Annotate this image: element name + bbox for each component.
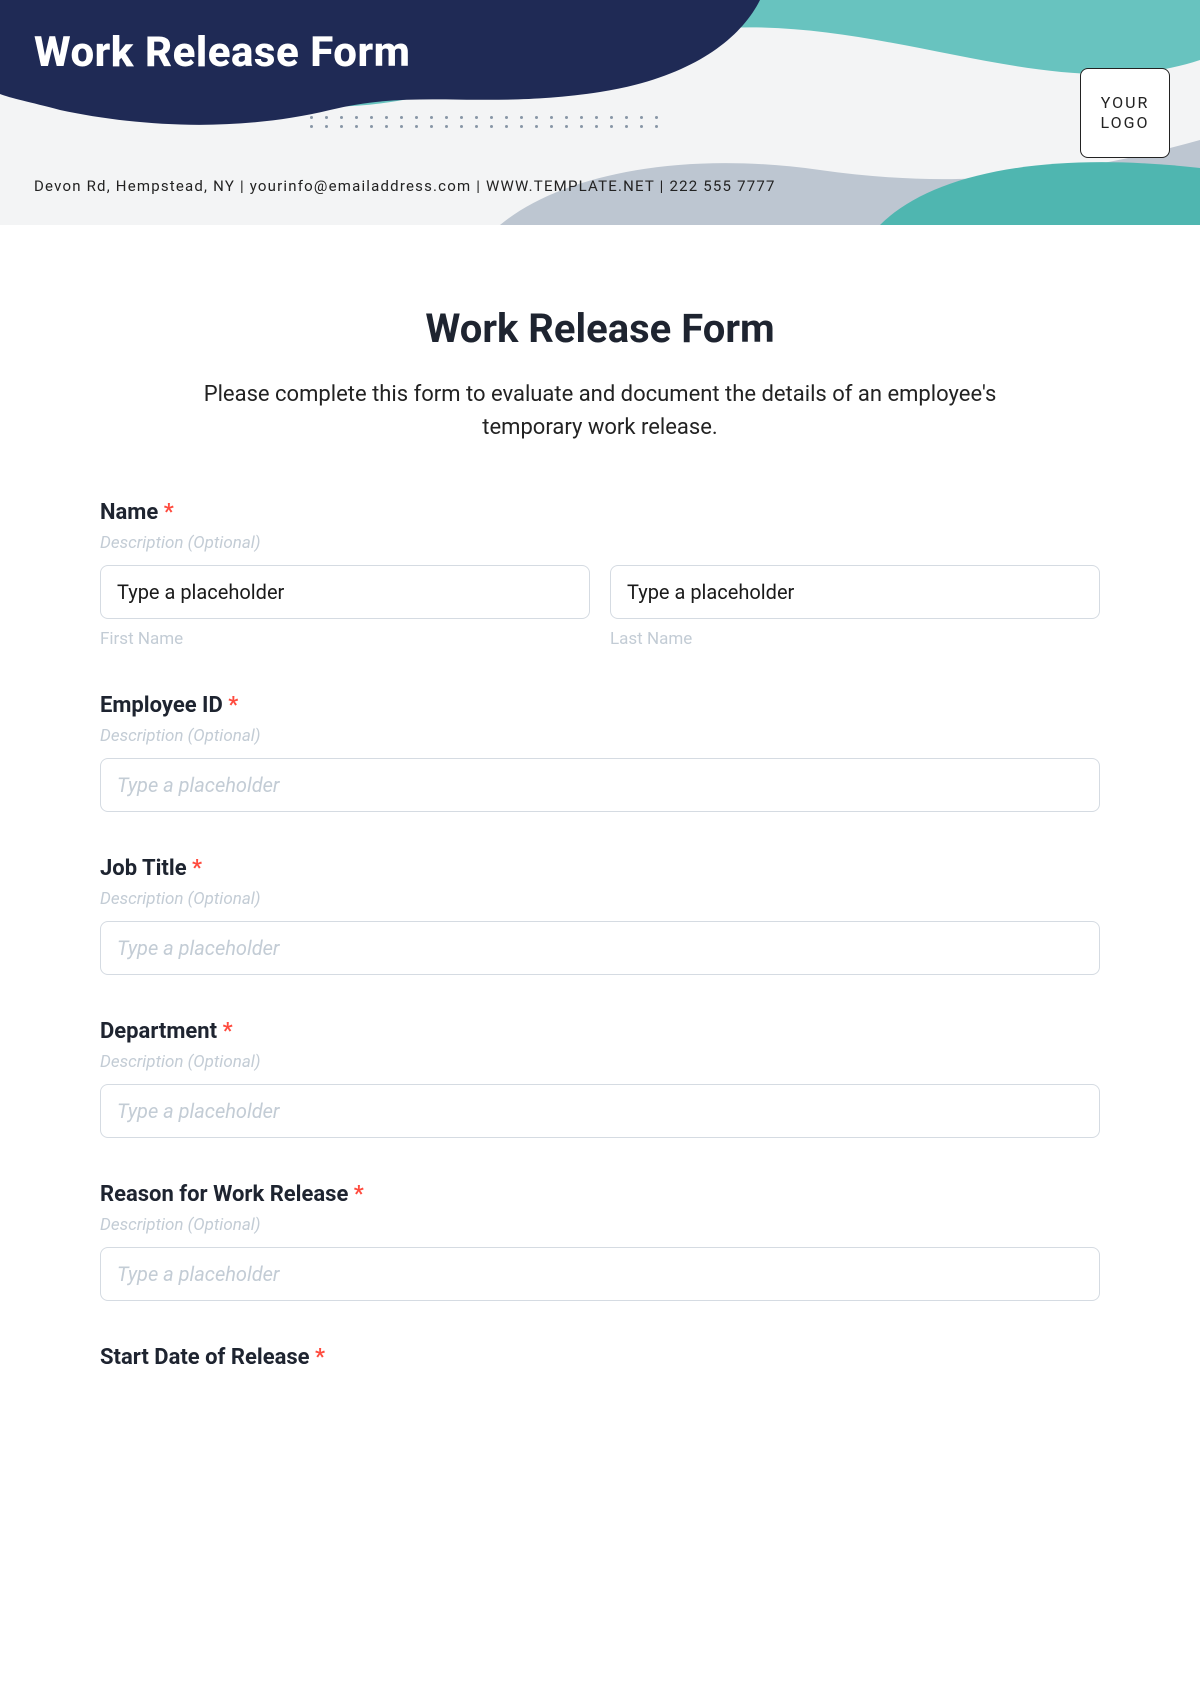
last-name-input[interactable] — [610, 565, 1100, 619]
label-job-title-text: Job Title — [100, 856, 187, 881]
field-job-title: Job Title * Description (Optional) — [100, 856, 1100, 975]
label-department: Department * — [100, 1019, 1100, 1044]
required-marker: * — [223, 1019, 233, 1044]
dot-pattern — [310, 116, 661, 128]
job-title-input[interactable] — [100, 921, 1100, 975]
hint-name: Description (Optional) — [100, 533, 1100, 553]
label-reason-text: Reason for Work Release — [100, 1182, 348, 1207]
department-input[interactable] — [100, 1084, 1100, 1138]
label-start-date: Start Date of Release * — [100, 1345, 1100, 1370]
label-name-text: Name — [100, 500, 158, 525]
label-employee-id-text: Employee ID — [100, 693, 223, 718]
first-name-input[interactable] — [100, 565, 590, 619]
form-container: Work Release Form Please complete this f… — [0, 225, 1200, 1418]
hint-reason: Description (Optional) — [100, 1215, 1100, 1235]
label-job-title: Job Title * — [100, 856, 1100, 881]
label-name: Name * — [100, 500, 1100, 525]
employee-id-input[interactable] — [100, 758, 1100, 812]
required-marker: * — [164, 500, 174, 525]
field-reason: Reason for Work Release * Description (O… — [100, 1182, 1100, 1301]
required-marker: * — [315, 1345, 325, 1370]
field-department: Department * Description (Optional) — [100, 1019, 1100, 1138]
required-marker: * — [192, 856, 202, 881]
field-start-date: Start Date of Release * — [100, 1345, 1100, 1370]
hint-job-title: Description (Optional) — [100, 889, 1100, 909]
hint-employee-id: Description (Optional) — [100, 726, 1100, 746]
required-marker: * — [354, 1182, 364, 1207]
header-band: Work Release Form YOUR LOGO Devon Rd, He… — [0, 0, 1200, 225]
label-start-date-text: Start Date of Release — [100, 1345, 310, 1370]
reason-input[interactable] — [100, 1247, 1100, 1301]
label-department-text: Department — [100, 1019, 217, 1044]
contact-line: Devon Rd, Hempstead, NY | yourinfo@email… — [34, 177, 776, 195]
header-title: Work Release Form — [34, 28, 410, 77]
hint-department: Description (Optional) — [100, 1052, 1100, 1072]
label-employee-id: Employee ID * — [100, 693, 1100, 718]
field-employee-id: Employee ID * Description (Optional) — [100, 693, 1100, 812]
required-marker: * — [228, 693, 238, 718]
label-reason: Reason for Work Release * — [100, 1182, 1100, 1207]
field-name: Name * Description (Optional) First Name… — [100, 500, 1100, 649]
form-title: Work Release Form — [100, 305, 1100, 352]
sub-last-name: Last Name — [610, 629, 1100, 649]
form-description: Please complete this form to evaluate an… — [160, 378, 1040, 444]
logo-placeholder: YOUR LOGO — [1080, 68, 1170, 158]
sub-first-name: First Name — [100, 629, 590, 649]
